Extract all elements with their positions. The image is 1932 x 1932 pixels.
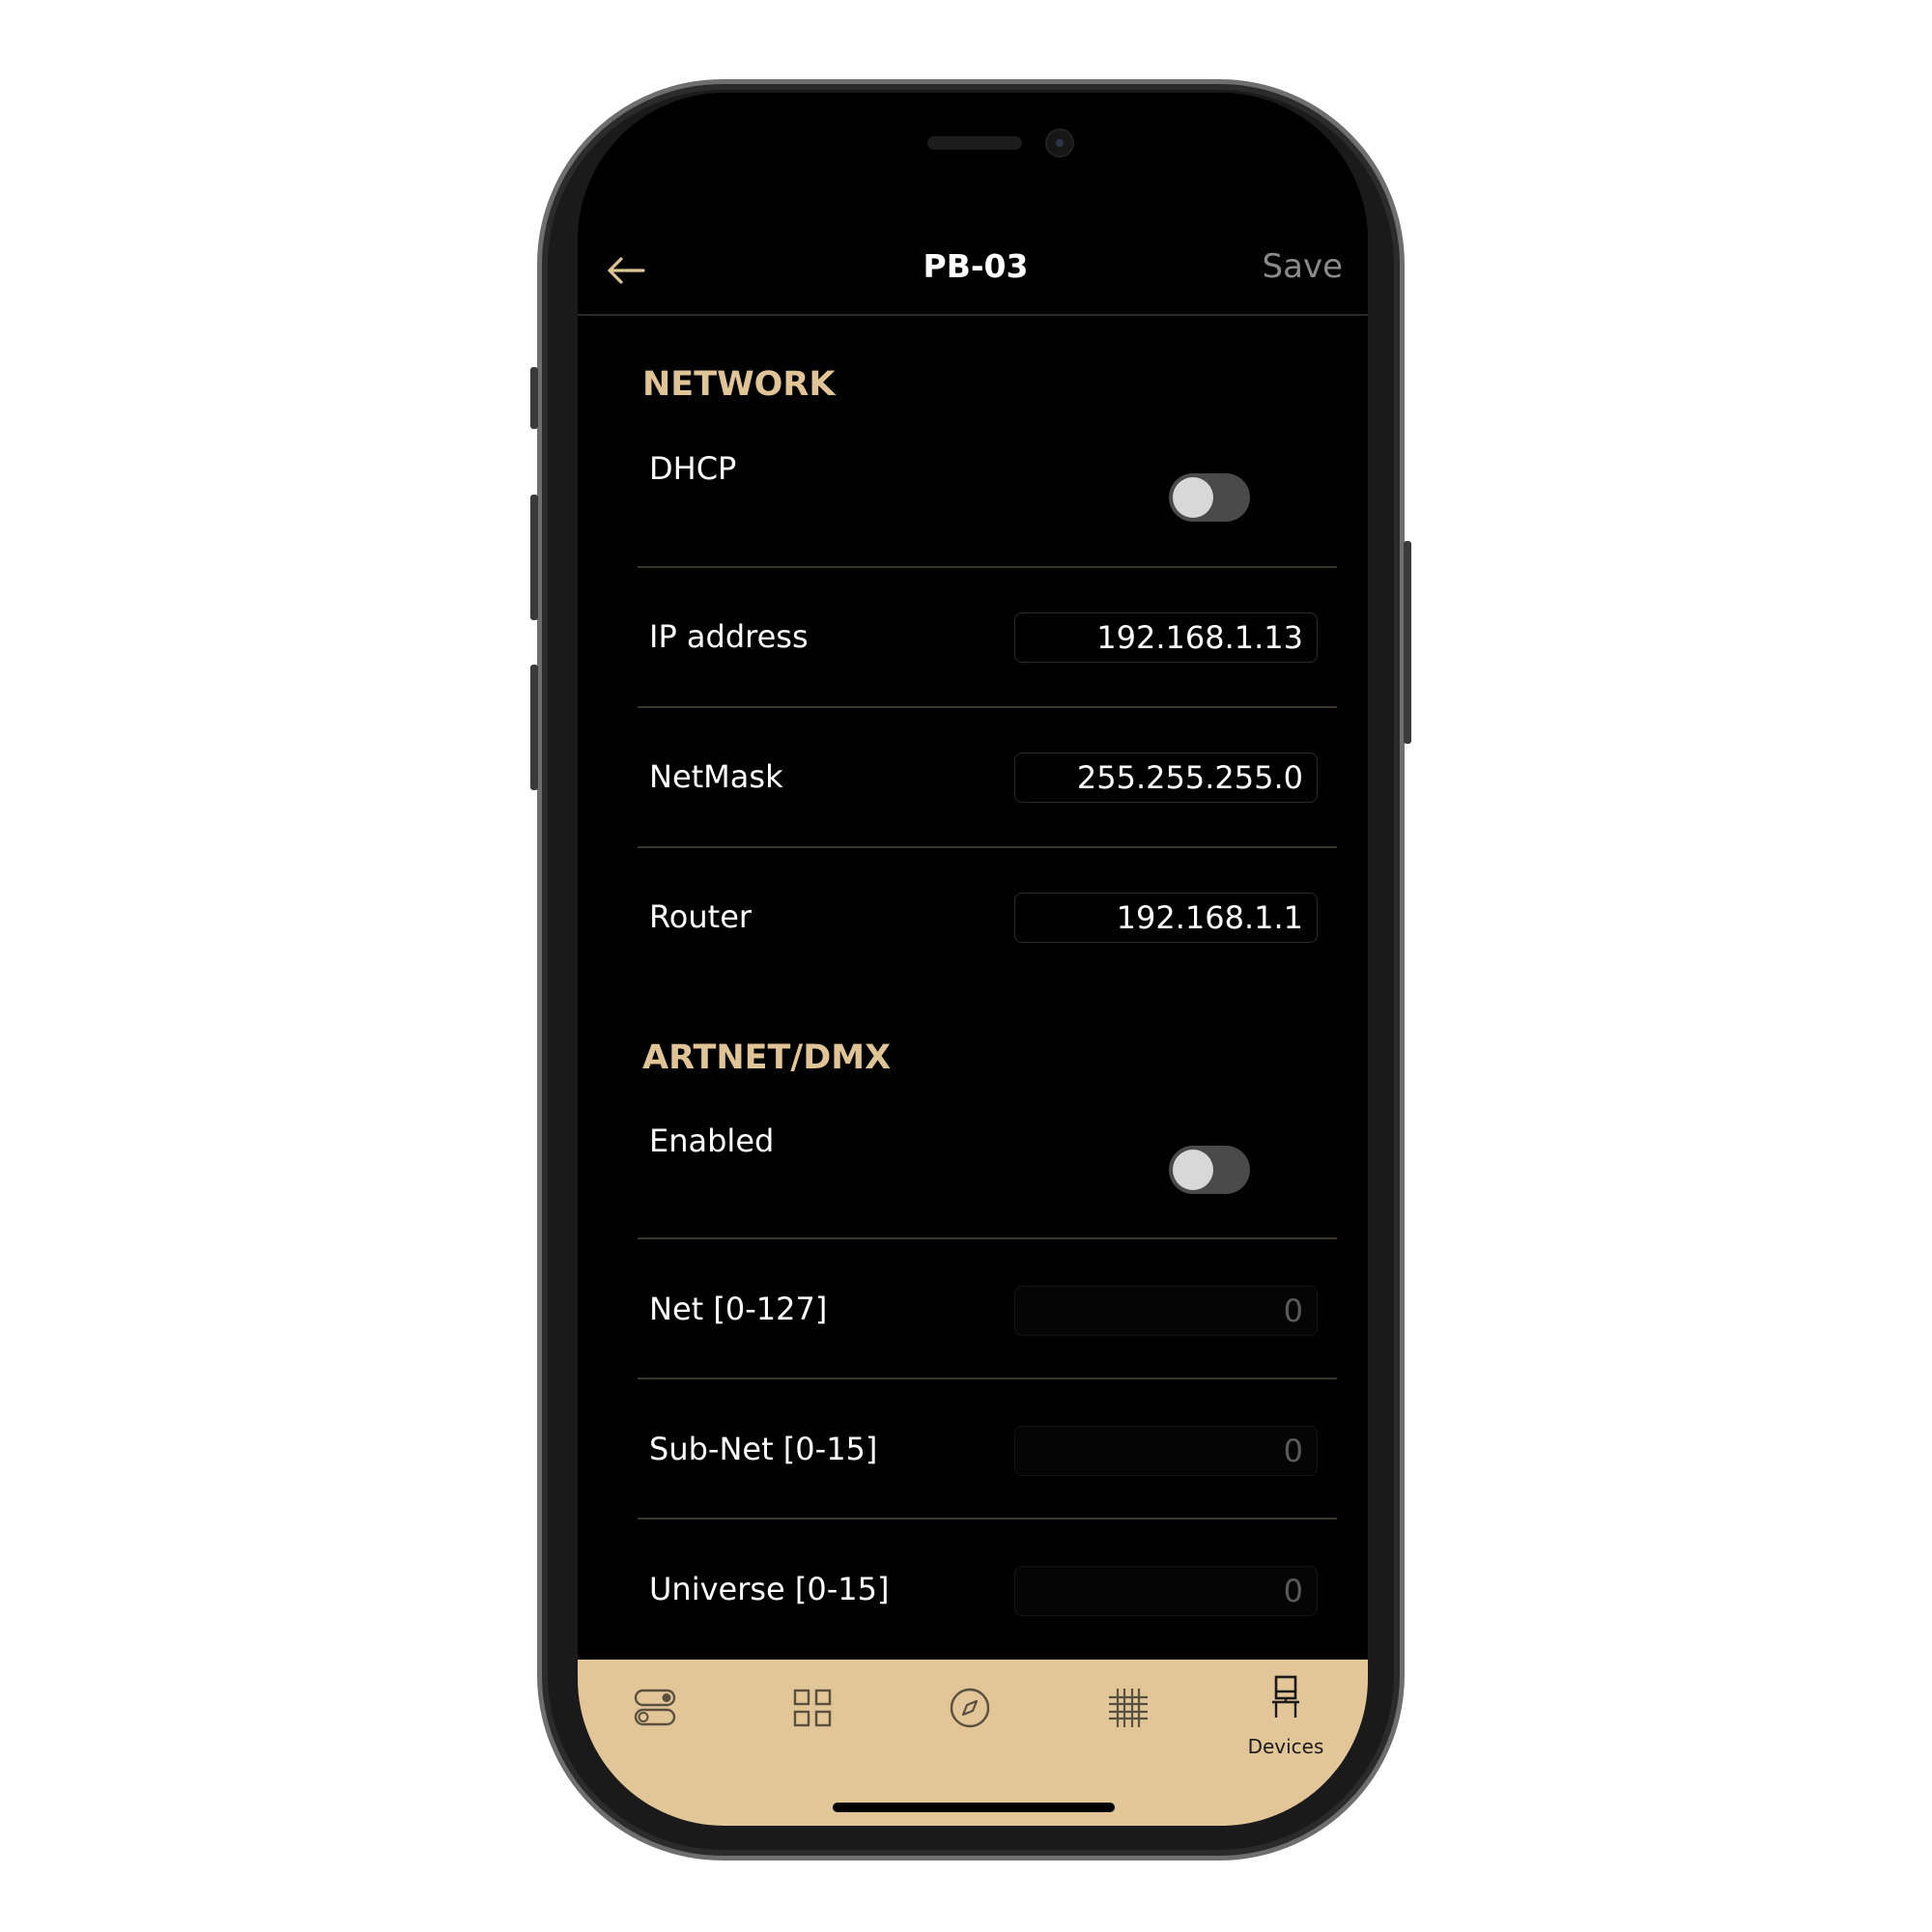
volume-up-button [530, 495, 538, 620]
tab-devices[interactable]: Devices [1233, 1673, 1339, 1770]
universe-field[interactable] [1014, 1566, 1318, 1616]
compass-icon [950, 1688, 990, 1728]
device-lamp-icon [1272, 1675, 1299, 1718]
net-label: Net [0-127] [649, 1291, 828, 1327]
row-divider [638, 1518, 1337, 1520]
row-divider [638, 846, 1337, 848]
front-camera [1045, 128, 1074, 157]
back-button[interactable] [605, 253, 647, 288]
earpiece-speaker [927, 136, 1022, 150]
net-field[interactable] [1014, 1286, 1318, 1336]
toggles-icon [634, 1689, 676, 1726]
universe-label: Universe [0-15] [649, 1571, 890, 1607]
section-title-network: NETWORK [642, 365, 836, 404]
router-label: Router [649, 898, 753, 935]
artnet-enabled-toggle[interactable] [1169, 1146, 1250, 1194]
row-divider [638, 1237, 1337, 1239]
row-divider [638, 566, 1337, 568]
save-button[interactable]: Save [1236, 247, 1343, 286]
tab-grid[interactable] [759, 1673, 866, 1770]
silent-switch [530, 367, 538, 429]
header-divider [578, 314, 1368, 316]
toggle-knob [1173, 477, 1213, 518]
toggle-knob [1173, 1150, 1213, 1190]
grid-icon [793, 1689, 832, 1727]
arrow-left-icon [608, 257, 645, 284]
netmask-field[interactable] [1014, 753, 1318, 803]
dhcp-toggle[interactable] [1169, 473, 1250, 522]
volume-down-button [530, 665, 538, 790]
subnet-label: Sub-Net [0-15] [649, 1431, 878, 1467]
tab-devices-label: Devices [1247, 1735, 1324, 1758]
artnet-enabled-label: Enabled [649, 1122, 775, 1159]
home-indicator [833, 1803, 1115, 1812]
tab-matrix[interactable] [1075, 1673, 1181, 1770]
power-button [1404, 541, 1411, 744]
tab-toggles[interactable] [602, 1673, 708, 1770]
ip-address-field[interactable] [1014, 612, 1318, 663]
page-title: PB-03 [923, 247, 1029, 285]
dhcp-label: DHCP [649, 450, 737, 487]
row-divider [638, 706, 1337, 708]
tab-compass[interactable] [917, 1673, 1023, 1770]
matrix-icon [1109, 1689, 1148, 1727]
ip-address-label: IP address [649, 618, 809, 655]
netmask-label: NetMask [649, 758, 783, 795]
section-title-artnet: ARTNET/DMX [642, 1038, 892, 1077]
router-field[interactable] [1014, 893, 1318, 943]
subnet-field[interactable] [1014, 1426, 1318, 1476]
row-divider [638, 1378, 1337, 1379]
